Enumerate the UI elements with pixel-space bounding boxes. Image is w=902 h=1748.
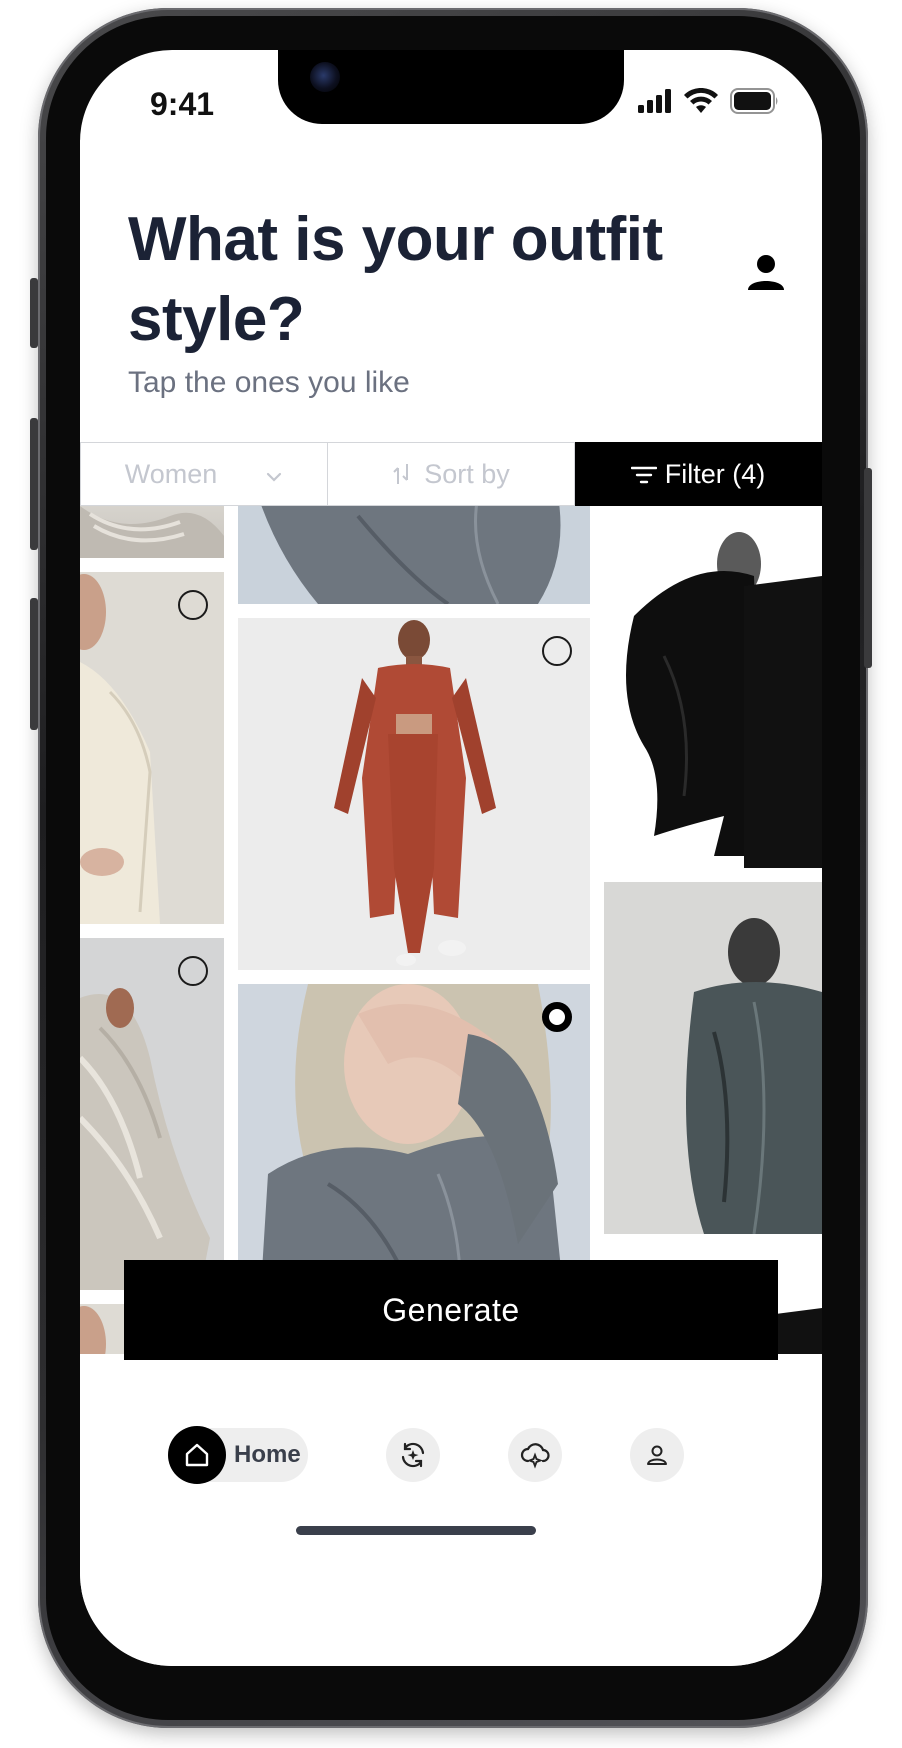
filter-icon xyxy=(630,466,657,484)
nav-profile[interactable] xyxy=(630,1428,684,1482)
home-icon xyxy=(185,1443,209,1467)
gender-label: Women xyxy=(124,458,218,489)
status-icons xyxy=(638,88,780,114)
select-toggle[interactable] xyxy=(178,956,208,986)
app-screen: 9:41 What is your outfit style? Tap the … xyxy=(80,50,822,1666)
page-header: What is your outfit style? Tap the ones … xyxy=(80,140,822,442)
battery-icon xyxy=(730,88,778,114)
cellular-signal-icon xyxy=(638,89,671,113)
nav-home[interactable]: Home xyxy=(168,1426,308,1484)
nav-home-circle xyxy=(168,1426,226,1484)
notch xyxy=(278,50,624,124)
status-time: 9:41 xyxy=(150,86,215,122)
black-coat-image xyxy=(626,532,822,868)
sort-label: Sort by xyxy=(424,458,510,489)
outfit-tile-black-coat[interactable] xyxy=(604,516,822,868)
page-title: What is your outfit style? xyxy=(128,205,663,354)
leather-jacket-image xyxy=(686,918,822,1234)
style-refresh-icon xyxy=(401,1442,425,1468)
outfit-tile-cream-blazer[interactable] xyxy=(80,572,224,924)
outfit-tile-leather-jacket[interactable] xyxy=(604,882,822,1234)
select-toggle-selected[interactable] xyxy=(542,1002,572,1032)
front-camera xyxy=(310,62,340,92)
volume-down-button xyxy=(30,598,38,730)
nav-home-label: Home xyxy=(234,1441,301,1468)
cloud-sparkle-icon xyxy=(520,1443,550,1469)
bottom-nav: Home xyxy=(80,1354,822,1666)
rust-set-image xyxy=(334,620,496,966)
sort-icon xyxy=(393,464,409,484)
generate-button[interactable]: Generate xyxy=(124,1260,778,1360)
knit-sweater-image xyxy=(80,506,224,558)
nav-style-refresh[interactable] xyxy=(386,1428,440,1482)
filter-button[interactable]: Filter (4) xyxy=(575,442,822,506)
select-toggle[interactable] xyxy=(178,590,208,620)
outfit-tile-knit-sweater-top[interactable] xyxy=(80,506,224,558)
chevron-down-icon xyxy=(267,472,282,482)
profile-icon xyxy=(647,1445,667,1465)
outfit-tile-grey-knit-sweater[interactable] xyxy=(80,938,224,1290)
volume-up-button xyxy=(30,418,38,550)
profile-icon[interactable] xyxy=(746,252,786,292)
cream-blazer-image xyxy=(80,574,160,924)
page-subtitle: Tap the ones you like xyxy=(128,366,410,399)
knit-sweater-image xyxy=(80,988,210,1290)
outfit-tile-grey-jacket-top[interactable] xyxy=(238,506,590,604)
filter-bar: Women Sort by Filter (4) xyxy=(80,442,822,506)
nav-cloud-sparkle[interactable] xyxy=(508,1428,562,1482)
filter-label: Filter (4) xyxy=(664,458,766,489)
gender-dropdown[interactable]: Women xyxy=(80,442,328,506)
wifi-icon xyxy=(684,88,718,113)
outfit-tile-rust-set[interactable] xyxy=(238,618,590,970)
select-toggle[interactable] xyxy=(542,636,572,666)
power-button xyxy=(864,468,872,668)
home-indicator xyxy=(296,1526,536,1535)
grey-jacket-image xyxy=(261,506,561,604)
sort-button[interactable]: Sort by xyxy=(328,442,575,506)
silent-switch xyxy=(30,278,38,348)
